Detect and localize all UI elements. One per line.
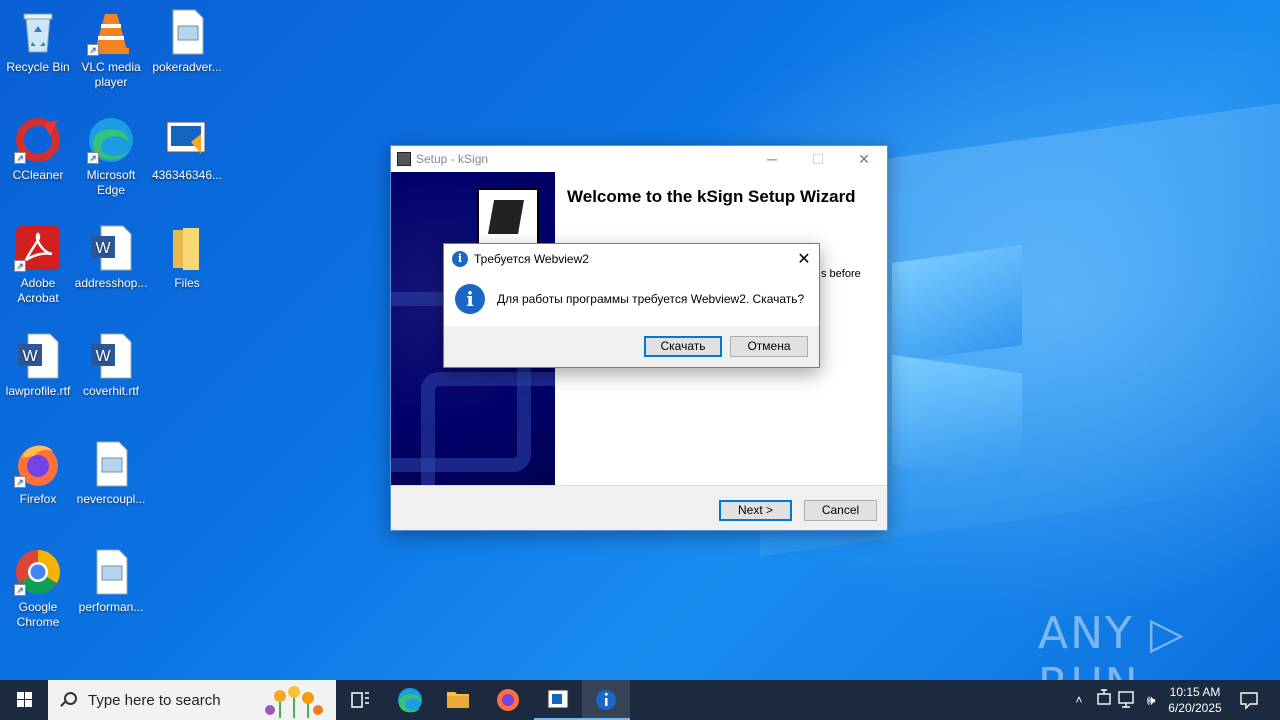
firefox-icon: ↗ [14, 440, 62, 488]
svg-text:W: W [22, 348, 38, 365]
close-icon[interactable]: ✕ [841, 146, 887, 172]
desktop-icon-label: coverhit.rtf [82, 384, 139, 398]
taskbar-edge[interactable] [386, 680, 434, 720]
desktop-icon-label: pokeradver... [152, 60, 222, 74]
search-placeholder: Type here to search [88, 691, 221, 709]
word-doc-icon: W [87, 332, 135, 380]
desktop-icon-chrome[interactable]: ↗ Google Chrome [0, 548, 76, 630]
search-flowers-icon [265, 686, 323, 718]
setup-intro-text: s before [821, 268, 861, 280]
close-icon[interactable]: ✕ [789, 249, 819, 269]
edge-icon: ↗ [87, 116, 135, 164]
message-titlebar[interactable]: i Требуется Webview2 ✕ [444, 244, 819, 274]
taskbar: Type here to search ˄ 🕪 10:15 AM 6/20/20… [0, 680, 1280, 720]
firefox-icon [497, 689, 519, 711]
word-doc-icon: W [14, 332, 62, 380]
image-file-icon [87, 440, 135, 488]
tray-volume-icon[interactable]: 🕪 [1140, 680, 1162, 720]
folder-icon [163, 224, 211, 272]
setup-title: Setup - kSign [416, 152, 489, 166]
download-button[interactable]: Скачать [644, 336, 722, 357]
installer-icon [163, 116, 211, 164]
info-icon: i [452, 251, 468, 267]
recycle-bin-icon [14, 8, 62, 56]
desktop-icon-label: lawprofile.rtf [5, 384, 71, 398]
cancel-button[interactable]: Cancel [804, 500, 877, 521]
start-button[interactable] [0, 680, 48, 720]
setup-app-icon [397, 152, 411, 166]
ccleaner-icon: ↗ [14, 116, 62, 164]
desktop-icon-label: Files [174, 276, 200, 290]
maximize-icon[interactable]: ☐ [795, 146, 841, 172]
desktop-icon-installer[interactable]: 436346346... [149, 116, 225, 183]
desktop-icon-coverhit[interactable]: W coverhit.rtf [73, 332, 149, 399]
desktop-icon-lawprofile[interactable]: W lawprofile.rtf [0, 332, 76, 399]
setup-computer-icon [477, 188, 539, 248]
clock-date: 6/20/2025 [1168, 701, 1222, 715]
setup-app-icon [547, 689, 569, 709]
message-footer: Скачать Отмена [444, 326, 819, 367]
desktop-icon-label: Adobe Acrobat [17, 276, 59, 305]
search-icon [60, 692, 77, 708]
message-body: i Для работы программы требуется Webview… [455, 284, 804, 314]
desktop-icon-label: addresshop... [74, 276, 148, 290]
folder-icon [447, 692, 469, 708]
vlc-icon: ↗ [87, 8, 135, 56]
edge-icon [398, 688, 422, 713]
acrobat-icon: ↗ [14, 224, 62, 272]
taskbar-file-explorer[interactable] [434, 680, 482, 720]
next-button[interactable]: Next > [719, 500, 792, 521]
desktop-icon-addresshop[interactable]: W addresshop... [73, 224, 149, 291]
desktop-icon-recycle-bin[interactable]: Recycle Bin [0, 8, 76, 75]
desktop-icon-label: CCleaner [12, 168, 64, 182]
desktop-icon-label: nevercoupl... [76, 492, 146, 506]
task-view-icon [351, 692, 369, 708]
desktop-icon-label: performan... [78, 600, 144, 614]
chrome-icon: ↗ [14, 548, 62, 596]
desktop-icon-vlc[interactable]: ↗ VLC media player [73, 8, 149, 90]
image-file-icon [87, 548, 135, 596]
minimize-icon[interactable]: ─ [749, 146, 795, 172]
word-doc-icon: W [87, 224, 135, 272]
desktop-icon-firefox[interactable]: ↗ Firefox [0, 440, 76, 507]
tray-network-adapter-icon[interactable] [1094, 680, 1114, 720]
desktop-icon-label: Google Chrome [16, 600, 60, 629]
windows-logo-icon [17, 692, 24, 699]
tray-clock[interactable]: 10:15 AM 6/20/2025 [1160, 680, 1230, 720]
svg-text:W: W [95, 240, 111, 257]
windows-logo-wallpaper [892, 240, 1032, 484]
desktop-icon-label: Recycle Bin [6, 60, 70, 74]
taskbar-firefox[interactable] [484, 680, 532, 720]
desktop-icon-label: VLC media player [81, 60, 141, 89]
desktop-icon-performan[interactable]: performan... [73, 548, 149, 615]
task-view-button[interactable] [336, 680, 384, 720]
desktop-icon-label: Microsoft Edge [86, 168, 136, 197]
desktop-icon-label: Firefox [19, 492, 57, 506]
desktop-icon-acrobat[interactable]: ↗ Adobe Acrobat [0, 224, 76, 306]
setup-welcome-heading: Welcome to the kSign Setup Wizard [567, 187, 856, 206]
tray-overflow-chevron-icon[interactable]: ˄ [1068, 680, 1090, 720]
desktop-icon-nevercoupl[interactable]: nevercoupl... [73, 440, 149, 507]
taskbar-search[interactable]: Type here to search [48, 680, 336, 720]
desktop-icon-label: 436346346... [151, 168, 223, 182]
desktop-icon-pokeradver[interactable]: pokeradver... [149, 8, 225, 75]
svg-text:W: W [95, 348, 111, 365]
cancel-button[interactable]: Отмена [730, 336, 808, 357]
taskbar-setup[interactable] [534, 680, 582, 720]
setup-titlebar[interactable]: Setup - kSign ─ ☐ ✕ [391, 146, 887, 172]
clock-time: 10:15 AM [1169, 685, 1221, 699]
tray-network-icon[interactable] [1116, 680, 1138, 720]
taskbar-message-box[interactable] [582, 680, 630, 720]
message-title: Требуется Webview2 [474, 252, 589, 266]
message-text: Для работы программы требуется Webview2.… [497, 292, 805, 306]
desktop-icon-ccleaner[interactable]: ↗ CCleaner [0, 116, 76, 183]
info-icon [596, 690, 616, 710]
message-box: i Требуется Webview2 ✕ i Для работы прог… [443, 243, 820, 368]
desktop-icon-files[interactable]: Files [149, 224, 225, 291]
info-large-icon: i [455, 284, 485, 314]
notifications-icon[interactable] [1234, 680, 1264, 720]
image-file-icon [163, 8, 211, 56]
desktop-icon-edge[interactable]: ↗ Microsoft Edge [73, 116, 149, 198]
setup-footer: Next > Cancel [391, 485, 887, 530]
